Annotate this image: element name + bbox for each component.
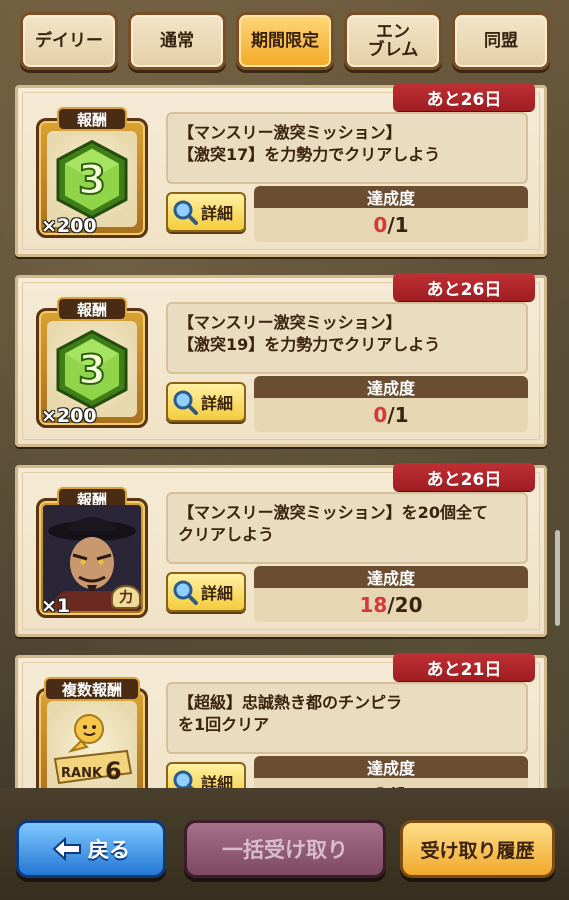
reward-box[interactable]: 報酬 力 ×1 xyxy=(36,487,148,618)
detail-button[interactable]: 詳細 xyxy=(166,192,246,232)
reward-label: 複数報酬 xyxy=(44,677,140,701)
reward-label: 報酬 xyxy=(57,297,127,321)
detail-button[interactable]: 詳細 xyxy=(166,382,246,422)
mission-card: あと26日 報酬 3 ×200 【マンスリー激突ミッション】 【激突19】を力勢… xyxy=(15,273,547,447)
reward-box[interactable]: 複数報酬 RANK 6 xyxy=(36,677,148,788)
progress-box: 達成度 0/1 xyxy=(254,756,528,788)
tab-normal[interactable]: 通常 xyxy=(128,12,226,70)
back-button[interactable]: 戻る xyxy=(16,820,166,878)
progress-label: 達成度 xyxy=(254,566,528,588)
progress-box: 達成度 0/1 xyxy=(254,186,528,242)
progress-label: 達成度 xyxy=(254,756,528,778)
rank-ticket-icon: RANK 6 xyxy=(51,707,135,788)
mission-card: あと26日 報酬 3 ×200 【マンスリー激突ミッション】 【激突17】を力勢… xyxy=(15,83,547,257)
mission-text: 【マンスリー激突ミッション】 【激突19】を力勢力でクリアしよう xyxy=(166,302,528,374)
receive-history-button[interactable]: 受け取り履歴 xyxy=(400,820,555,878)
deadline-badge: あと26日 xyxy=(393,463,535,491)
detail-button[interactable]: 詳細 xyxy=(166,572,246,612)
tab-alliance[interactable]: 同盟 xyxy=(452,12,550,70)
bottom-bar: 戻る 一括受け取り 受け取り履歴 xyxy=(0,788,569,900)
progress-box: 達成度 18/20 xyxy=(254,566,528,622)
deadline-badge: あと21日 xyxy=(393,653,535,681)
reward-quantity: ×1 xyxy=(41,595,71,617)
reward-box[interactable]: 報酬 3 ×200 xyxy=(36,297,148,428)
tab-bar: デイリー 通常 期間限定 エン ブレム 同盟 xyxy=(20,12,550,70)
hex-medal-icon: 3 xyxy=(54,329,130,410)
detail-button[interactable]: 詳細 xyxy=(166,762,246,788)
progress-value: 0/1 xyxy=(254,398,528,432)
scrollbar[interactable] xyxy=(555,530,560,626)
tab-limited[interactable]: 期間限定 xyxy=(236,12,334,70)
mission-list[interactable]: あと26日 報酬 3 ×200 【マンスリー激突ミッション】 【激突17】を力勢… xyxy=(0,80,569,788)
reward-box[interactable]: 報酬 3 ×200 xyxy=(36,107,148,238)
mission-card: あと21日 複数報酬 RANK 6 【超級】忠誠熱き都のチンピラ を1回クリア xyxy=(15,653,547,788)
tab-emblem[interactable]: エン ブレム xyxy=(344,12,442,70)
magnifier-icon xyxy=(173,770,194,788)
progress-label: 達成度 xyxy=(254,376,528,398)
reward-quantity: ×200 xyxy=(41,215,97,237)
magnifier-icon xyxy=(173,200,198,225)
tab-daily[interactable]: デイリー xyxy=(20,12,118,70)
arrow-left-icon xyxy=(52,837,81,861)
deadline-badge: あと26日 xyxy=(393,83,535,111)
svg-text:RANK: RANK xyxy=(61,766,103,781)
progress-label: 達成度 xyxy=(254,186,528,208)
mission-text: 【超級】忠誠熱き都のチンピラ を1回クリア xyxy=(166,682,528,754)
svg-text:6: 6 xyxy=(105,757,122,785)
bulk-receive-button[interactable]: 一括受け取り xyxy=(184,820,386,878)
progress-value: 0/1 xyxy=(254,208,528,242)
mission-text: 【マンスリー激突ミッション】を20個全て クリアしよう xyxy=(166,492,528,564)
power-type-badge: 力 xyxy=(111,585,141,609)
mission-text: 【マンスリー激突ミッション】 【激突17】を力勢力でクリアしよう xyxy=(166,112,528,184)
svg-text:3: 3 xyxy=(78,158,106,204)
progress-value: 0/1 xyxy=(254,778,528,788)
magnifier-icon xyxy=(173,390,198,415)
reward-label: 報酬 xyxy=(57,107,127,131)
hex-medal-icon: 3 xyxy=(54,139,130,220)
mission-card: あと26日 報酬 力 ×1 【マンスリー激突ミッション】を20個全て クリアしよ… xyxy=(15,463,547,637)
progress-box: 達成度 0/1 xyxy=(254,376,528,432)
progress-value: 18/20 xyxy=(254,588,528,622)
reward-quantity: ×200 xyxy=(41,405,97,427)
svg-text:3: 3 xyxy=(78,348,106,394)
deadline-badge: あと26日 xyxy=(393,273,535,301)
magnifier-icon xyxy=(173,580,198,605)
